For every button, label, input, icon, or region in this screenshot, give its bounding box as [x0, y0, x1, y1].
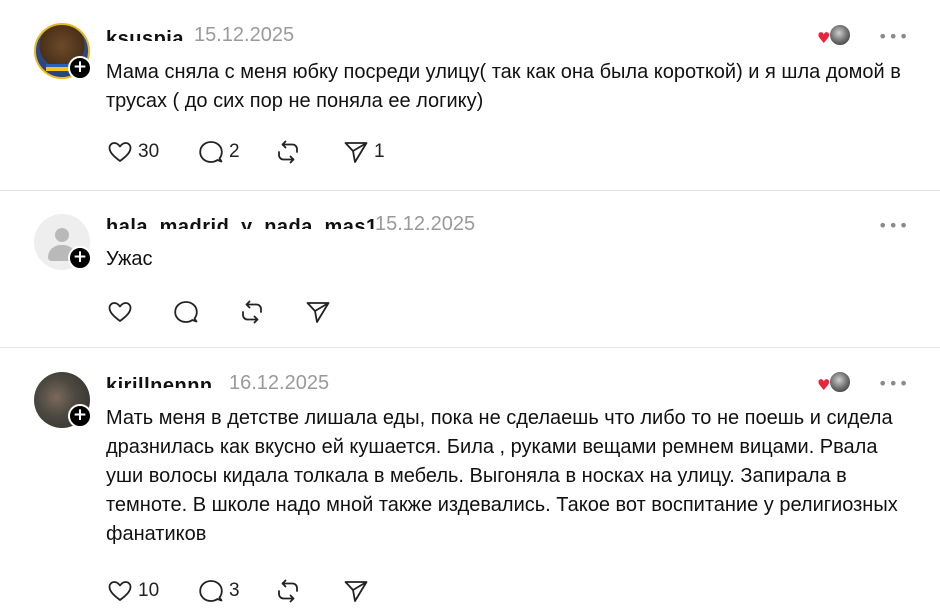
repost-icon	[278, 140, 298, 164]
more-horizontal-icon[interactable]: •••	[878, 27, 909, 46]
like-button[interactable]: 30	[106, 138, 197, 166]
like-button[interactable]	[106, 298, 172, 326]
follow-plus-icon[interactable]: +	[68, 404, 92, 428]
heart-icon	[108, 142, 132, 162]
username[interactable]: ksuspia	[106, 27, 184, 41]
repost-icon	[242, 300, 262, 324]
reply-count: 2	[229, 141, 240, 162]
author-avatar	[829, 371, 851, 393]
send-icon	[344, 142, 368, 163]
share-button[interactable]	[304, 298, 332, 326]
post: + ksuspia 15.12.2025 ♥ ••• Мама сняла с …	[0, 0, 940, 191]
action-bar	[106, 298, 332, 326]
like-count: 10	[138, 580, 160, 601]
reply-button[interactable]	[172, 298, 238, 326]
author-liked-indicator: ♥	[817, 23, 853, 49]
more-horizontal-icon[interactable]: •••	[878, 374, 909, 393]
send-icon	[306, 302, 330, 323]
share-button[interactable]	[342, 577, 370, 605]
post-text: Мать меня в детстве лишала еды, пока не …	[106, 407, 898, 545]
reply-count: 3	[229, 580, 240, 601]
reply-button[interactable]: 2	[197, 138, 274, 166]
comment-icon	[174, 301, 198, 323]
username[interactable]: hala_madrid_y_nada_mas1	[106, 215, 378, 229]
post: + kirillnennn 16.12.2025 ♥ ••• Мать меня…	[0, 348, 940, 611]
username[interactable]: kirillnennn	[106, 374, 213, 388]
post-date: 15.12.2025	[375, 213, 476, 235]
repost-button[interactable]	[274, 138, 342, 166]
follow-plus-icon[interactable]: +	[68, 246, 92, 270]
post-text: Ужас	[106, 248, 153, 270]
share-count: 1	[374, 141, 385, 162]
like-button[interactable]: 10	[106, 577, 197, 605]
post: + hala_madrid_y_nada_mas1 15.12.2025 •••…	[0, 191, 940, 348]
reply-button[interactable]: 3	[197, 577, 274, 605]
share-button[interactable]: 1	[342, 138, 385, 166]
post-date: 15.12.2025	[194, 24, 295, 46]
send-icon	[344, 581, 368, 602]
heart-icon: ♥	[817, 29, 831, 47]
like-count: 30	[138, 141, 160, 162]
post-text: Мама сняла с меня юбку посреди улицу( та…	[106, 61, 901, 112]
more-horizontal-icon[interactable]: •••	[878, 216, 909, 235]
comment-icon	[199, 141, 223, 163]
follow-plus-icon[interactable]: +	[68, 56, 92, 80]
action-bar: 10 3	[106, 577, 370, 605]
heart-icon	[108, 581, 132, 601]
heart-icon	[108, 302, 132, 322]
post-date: 16.12.2025	[229, 372, 330, 394]
repost-button[interactable]	[238, 298, 304, 326]
person-icon	[55, 228, 69, 242]
repost-icon	[278, 579, 298, 603]
comment-icon	[199, 580, 223, 602]
author-avatar	[829, 24, 851, 46]
heart-icon: ♥	[817, 376, 831, 394]
author-liked-indicator: ♥	[817, 370, 853, 396]
repost-button[interactable]	[274, 577, 342, 605]
action-bar: 30 2 1	[106, 138, 385, 166]
